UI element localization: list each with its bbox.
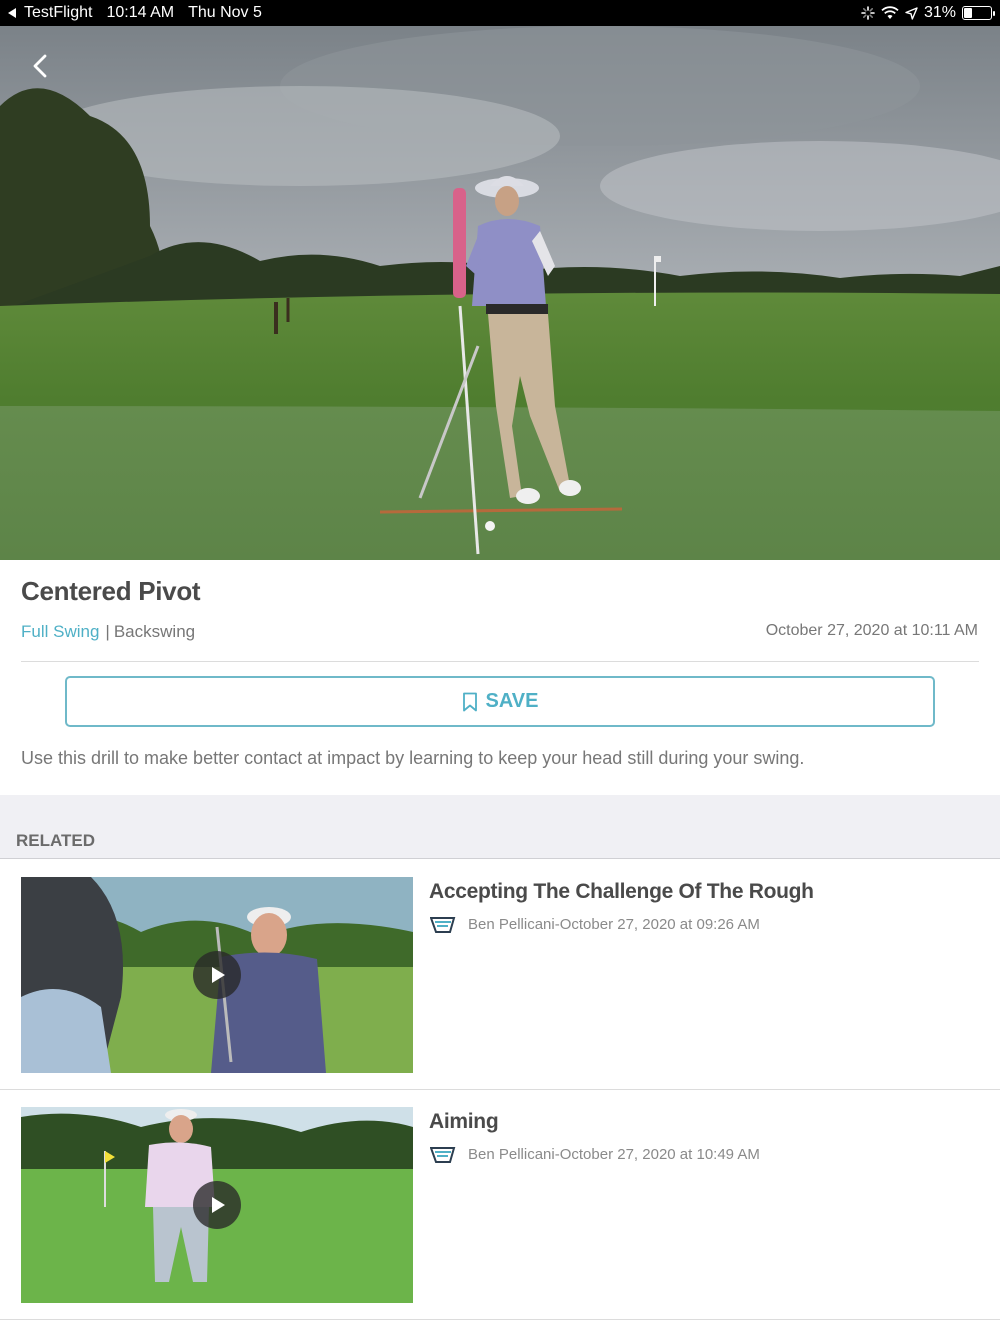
drill-video[interactable] bbox=[0, 26, 1000, 560]
related-label: RELATED bbox=[16, 831, 96, 850]
related-title[interactable]: Accepting The Challenge Of The Rough bbox=[429, 880, 814, 904]
coach-logo-icon bbox=[430, 917, 456, 933]
related-meta: Ben Pellicani-October 27, 2020 at 10:49 … bbox=[430, 1145, 760, 1163]
drill-categories: Full Swing | Backswing bbox=[21, 622, 195, 642]
chevron-left-icon bbox=[33, 54, 47, 78]
battery-icon bbox=[962, 6, 995, 20]
status-app-name[interactable]: TestFlight bbox=[24, 4, 92, 22]
status-time: 10:14 AM bbox=[106, 4, 175, 21]
status-right: 31% bbox=[861, 4, 995, 22]
bookmark-icon bbox=[462, 692, 477, 711]
battery-percent: 31% bbox=[923, 4, 956, 21]
status-left[interactable]: TestFlight 10:14 AM Thu Nov 5 bbox=[8, 4, 270, 22]
category-link-full-swing[interactable]: Full Swing bbox=[21, 622, 99, 641]
play-button[interactable] bbox=[193, 951, 241, 999]
category-separator: | bbox=[105, 622, 110, 641]
divider bbox=[21, 661, 979, 662]
related-meta-text: Ben Pellicani-October 27, 2020 at 09:26 … bbox=[468, 915, 760, 933]
back-button[interactable] bbox=[24, 50, 58, 84]
battery-level bbox=[964, 8, 973, 18]
related-thumbnail[interactable] bbox=[21, 877, 413, 1073]
save-label: SAVE bbox=[485, 690, 539, 712]
back-to-app-icon[interactable] bbox=[8, 8, 16, 18]
save-button[interactable]: SAVE bbox=[65, 676, 935, 727]
activity-spinner-icon bbox=[861, 6, 875, 20]
play-icon bbox=[212, 967, 225, 983]
play-button[interactable] bbox=[193, 1181, 241, 1229]
play-icon bbox=[212, 1197, 225, 1213]
drill-info: Centered Pivot Full Swing | Backswing Octo… bbox=[0, 560, 1000, 795]
drill-description: Use this drill to make better contact at… bbox=[21, 748, 805, 768]
related-item[interactable]: Accepting The Challenge Of The Rough Ben… bbox=[0, 860, 1000, 1090]
related-section-header: RELATED bbox=[0, 795, 1000, 859]
related-title[interactable]: Aiming bbox=[429, 1110, 499, 1134]
related-item[interactable]: Aiming Ben Pellicani-October 27, 2020 at… bbox=[0, 1090, 1000, 1320]
video-frame bbox=[0, 26, 1000, 560]
status-date: Thu Nov 5 bbox=[188, 4, 262, 21]
related-meta: Ben Pellicani-October 27, 2020 at 09:26 … bbox=[430, 915, 760, 933]
wifi-icon bbox=[881, 6, 899, 19]
subcategory-label: Backswing bbox=[113, 622, 196, 641]
related-meta-text: Ben Pellicani-October 27, 2020 at 10:49 … bbox=[468, 1145, 760, 1163]
status-bar: TestFlight 10:14 AM Thu Nov 5 31% bbox=[0, 0, 1000, 26]
related-thumbnail[interactable] bbox=[21, 1107, 413, 1303]
drill-title: Centered Pivot bbox=[21, 576, 201, 606]
location-arrow-icon bbox=[905, 6, 918, 20]
drill-date: October 27, 2020 at 10:11 AM bbox=[765, 622, 978, 639]
coach-logo-icon bbox=[430, 1147, 456, 1163]
